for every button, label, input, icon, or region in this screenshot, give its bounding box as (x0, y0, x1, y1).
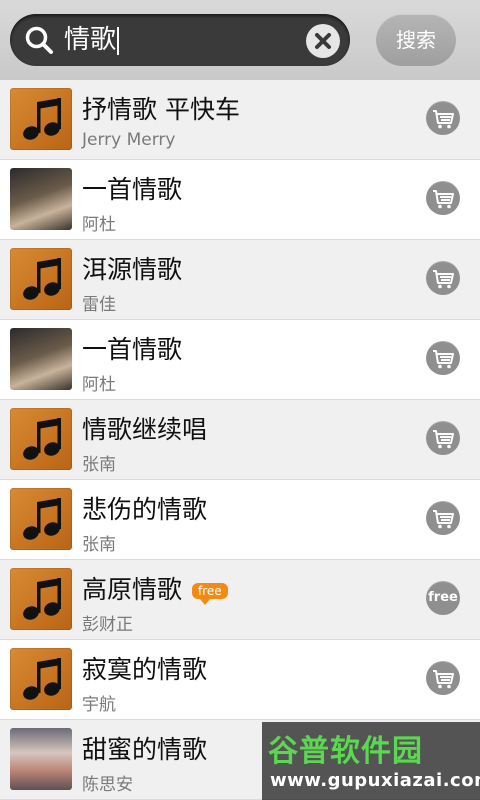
cart-icon[interactable] (426, 261, 460, 295)
song-artist: 彭财正 (82, 615, 133, 635)
clear-search-button[interactable] (306, 24, 340, 58)
watermark: 谷普软件园 www.gupuxiazai.com (262, 722, 480, 800)
song-artist: 陈思安 (82, 775, 133, 795)
song-row[interactable]: 高原情歌 free 彭财正 free (0, 560, 480, 640)
song-title: 高原情歌 free (82, 570, 228, 606)
song-title: 寂寞的情歌 (82, 655, 208, 684)
song-row[interactable]: 寂寞的情歌 宇航 (0, 640, 480, 720)
song-artist: 阿杜 (82, 215, 116, 235)
album-art-photo (10, 168, 72, 230)
text-caret (117, 26, 120, 55)
free-badge: free (192, 583, 228, 605)
music-note-icon (10, 488, 72, 550)
song-artist: 雷佳 (82, 295, 116, 315)
search-field[interactable]: 情歌 (10, 14, 350, 66)
music-note-icon (10, 88, 72, 150)
search-bar: 情歌 搜索 (0, 0, 480, 81)
cart-icon[interactable] (426, 661, 460, 695)
song-artist: 阿杜 (82, 375, 116, 395)
cart-icon[interactable] (426, 181, 460, 215)
search-icon (24, 25, 54, 55)
watermark-url: www.gupuxiazai.com (270, 770, 480, 791)
song-title: 抒情歌 平快车 (82, 95, 240, 124)
song-artist: 张南 (82, 535, 116, 555)
music-note-icon (10, 648, 72, 710)
watermark-title: 谷普软件园 (268, 734, 423, 769)
search-input[interactable]: 情歌 (64, 23, 294, 57)
song-row[interactable]: 情歌继续唱 张南 (0, 400, 480, 480)
song-artist: Jerry Merry (82, 130, 176, 150)
album-art-photo (10, 328, 72, 390)
close-icon (315, 33, 331, 49)
search-button[interactable]: 搜索 (376, 14, 456, 66)
music-note-icon (10, 568, 72, 630)
cart-icon[interactable] (426, 501, 460, 535)
free-download-button[interactable]: free (426, 581, 460, 615)
song-row[interactable]: 一首情歌 阿杜 (0, 160, 480, 240)
music-note-icon (10, 248, 72, 310)
album-art-photo (10, 728, 72, 790)
cart-icon[interactable] (426, 341, 460, 375)
song-title: 洱源情歌 (82, 255, 183, 284)
cart-icon[interactable] (426, 101, 460, 135)
song-title: 甜蜜的情歌 (82, 735, 208, 764)
song-title: 悲伤的情歌 (82, 495, 208, 524)
song-artist: 宇航 (82, 695, 116, 715)
song-title: 一首情歌 (82, 175, 183, 204)
song-title: 一首情歌 (82, 335, 183, 364)
song-artist: 张南 (82, 455, 116, 475)
song-row[interactable]: 悲伤的情歌 张南 (0, 480, 480, 560)
song-row[interactable]: 洱源情歌 雷佳 (0, 240, 480, 320)
song-row[interactable]: 抒情歌 平快车 Jerry Merry (0, 80, 480, 160)
music-note-icon (10, 408, 72, 470)
song-row[interactable]: 一首情歌 阿杜 (0, 320, 480, 400)
cart-icon[interactable] (426, 421, 460, 455)
song-list: 抒情歌 平快车 Jerry Merry 一首情歌 阿杜 洱源情歌 雷佳 一首情歌 阿杜 情歌继续… (0, 80, 480, 800)
song-title: 情歌继续唱 (82, 415, 208, 444)
